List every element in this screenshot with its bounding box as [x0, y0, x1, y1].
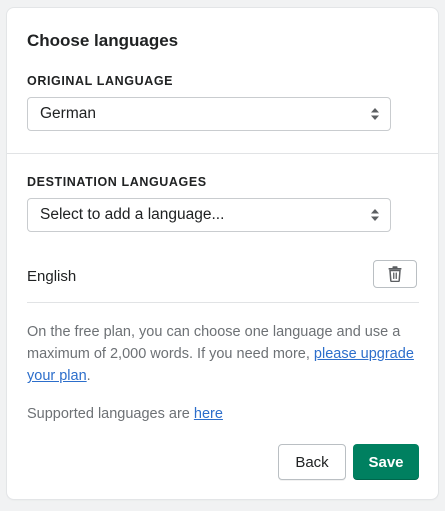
language-list-divider: [27, 302, 419, 303]
supported-languages-link[interactable]: here: [194, 406, 223, 422]
section-divider: [7, 153, 438, 154]
supported-languages-text: Supported languages are here: [27, 403, 427, 425]
original-language-label: ORIGINAL LANGUAGE: [27, 74, 174, 88]
destination-languages-label: DESTINATION LANGUAGES: [27, 175, 207, 189]
language-name: English: [27, 268, 77, 285]
updown-chevron-icon: [371, 108, 379, 120]
back-button[interactable]: Back: [278, 444, 346, 480]
destination-language-select[interactable]: Select to add a language...: [27, 198, 391, 232]
language-list-item: English: [27, 260, 419, 289]
original-language-select[interactable]: German: [27, 97, 391, 131]
updown-chevron-icon: [371, 209, 379, 221]
plan-info-suffix: .: [86, 368, 91, 384]
dialog-title: Choose languages: [27, 31, 179, 50]
plan-info-text: On the free plan, you can choose one lan…: [27, 321, 427, 387]
supported-languages-prefix: Supported languages are: [27, 406, 194, 422]
save-button[interactable]: Save: [353, 444, 419, 480]
remove-language-button[interactable]: [373, 260, 417, 288]
choose-languages-card: Choose languages ORIGINAL LANGUAGE Germa…: [7, 8, 438, 499]
destination-language-placeholder: Select to add a language...: [40, 206, 225, 223]
original-language-value: German: [40, 105, 96, 122]
trash-icon: [388, 266, 402, 282]
